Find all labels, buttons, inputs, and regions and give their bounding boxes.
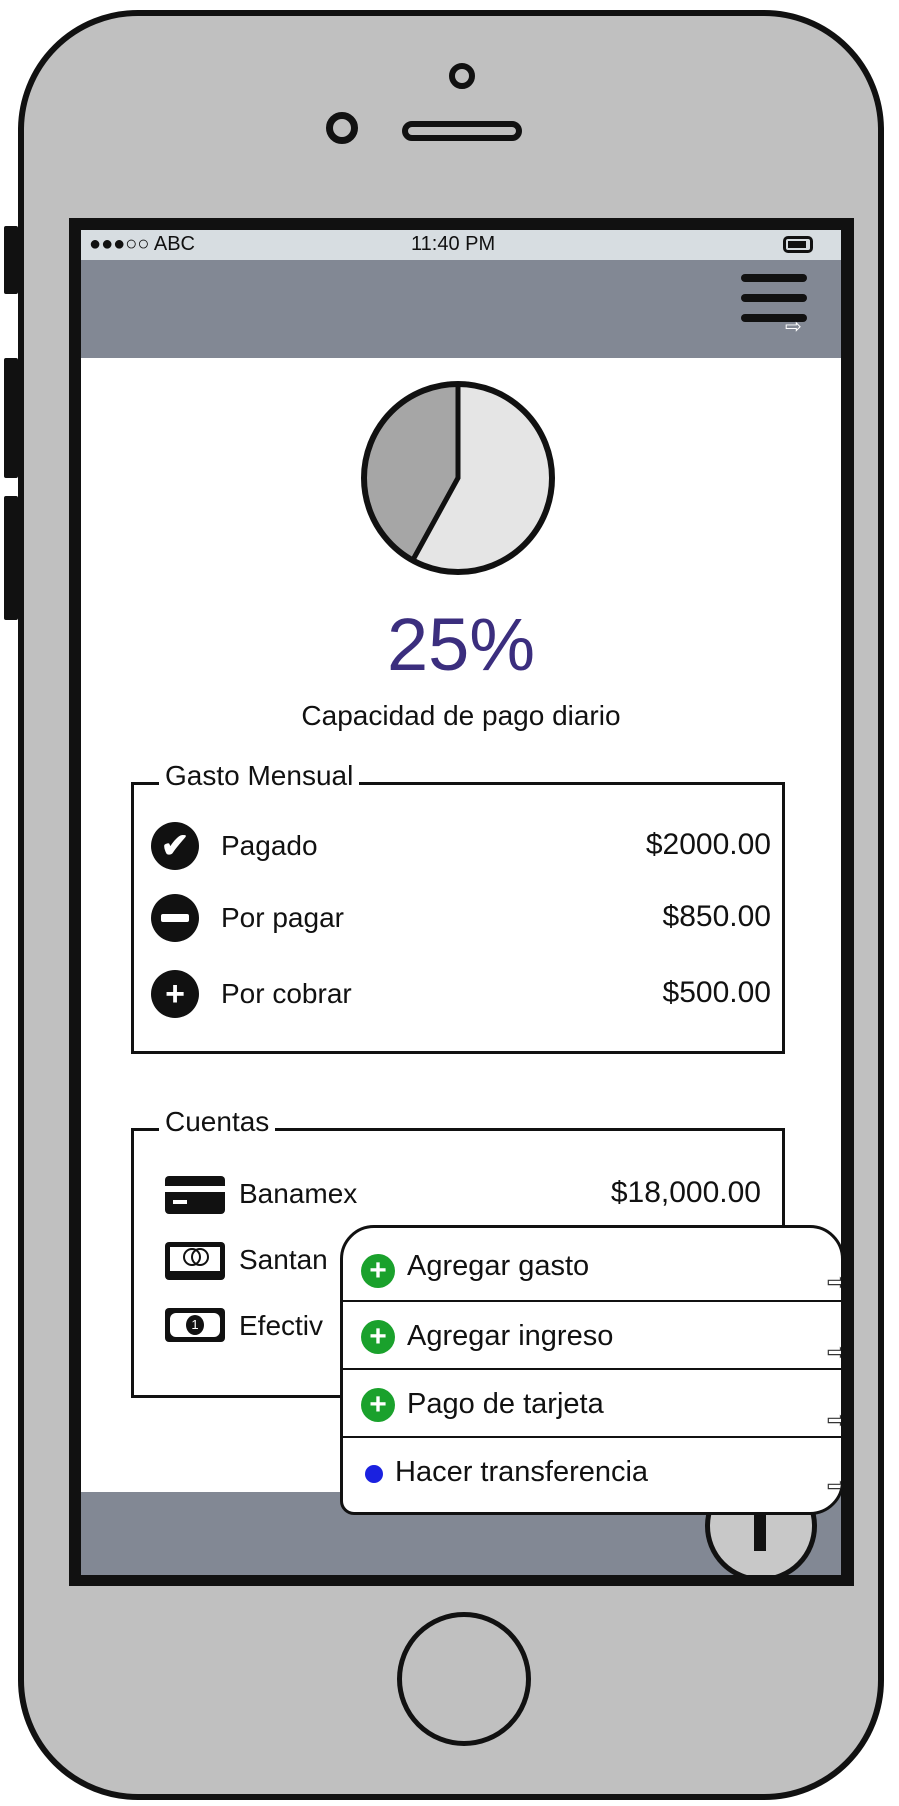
link-arrow-icon: ⇨ bbox=[827, 1268, 841, 1297]
minus-circle-icon bbox=[151, 894, 199, 942]
percentage-caption: Capacidad de pago diario bbox=[301, 700, 621, 731]
link-arrow-icon: ⇨ bbox=[827, 1406, 841, 1435]
expense-row-to-collect[interactable]: + Por cobrar $500.00 bbox=[151, 970, 771, 1020]
carrier-label: ●●●○○ ABC bbox=[89, 233, 195, 255]
volume-down-button bbox=[4, 496, 18, 620]
status-bar: ●●●○○ ABC 11:40 PM bbox=[81, 230, 841, 260]
blue-dot-icon bbox=[365, 1465, 383, 1483]
expense-label: Por pagar bbox=[221, 902, 344, 933]
mastercard-icon bbox=[165, 1242, 225, 1280]
menu-item-label: Agregar gasto bbox=[407, 1250, 590, 1282]
check-circle-icon: ✔ bbox=[151, 822, 199, 870]
expense-label: Por cobrar bbox=[221, 978, 352, 1009]
credit-card-icon bbox=[165, 1176, 225, 1214]
expense-amount: $500.00 bbox=[662, 976, 771, 1009]
menu-item-label: Pago de tarjeta bbox=[407, 1388, 604, 1420]
account-amount: $18,000.00 bbox=[610, 1176, 761, 1209]
plus-circle-icon: + bbox=[151, 970, 199, 1018]
action-menu: + Agregar gasto ⇨ + Agregar ingreso ⇨ + … bbox=[340, 1225, 844, 1515]
app-bar: ⇨ bbox=[81, 260, 841, 358]
menu-item-label: Hacer transferencia bbox=[395, 1456, 649, 1488]
menu-item-add-expense[interactable]: + Agregar gasto ⇨ bbox=[343, 1228, 841, 1302]
menu-item-transfer[interactable]: Hacer transferencia ⇨ bbox=[343, 1438, 841, 1512]
volume-up-button bbox=[4, 358, 18, 478]
accounts-title: Cuentas bbox=[159, 1106, 276, 1138]
monthly-expense-title: Gasto Mensual bbox=[159, 760, 360, 792]
percentage-value: 25% bbox=[386, 603, 536, 686]
menu-item-label: Agregar ingreso bbox=[407, 1320, 614, 1352]
expense-row-to-pay[interactable]: Por pagar $850.00 bbox=[151, 894, 771, 944]
expense-row-paid[interactable]: ✔ Pagado $2000.00 bbox=[151, 822, 771, 872]
proximity-sensor-icon bbox=[326, 112, 358, 144]
link-arrow-icon: ⇨ bbox=[827, 1338, 841, 1367]
speaker-grille bbox=[402, 121, 522, 141]
cash-icon: 1 bbox=[165, 1308, 225, 1342]
expense-amount: $2000.00 bbox=[645, 828, 771, 861]
menu-item-card-payment[interactable]: + Pago de tarjeta ⇨ bbox=[343, 1370, 841, 1438]
green-plus-icon: + bbox=[361, 1254, 395, 1288]
account-row-banamex[interactable]: Banamex $18,000.00 bbox=[165, 1172, 761, 1216]
account-label: Santan bbox=[239, 1244, 328, 1275]
expense-label: Pagado bbox=[221, 830, 318, 861]
payment-capacity-pie bbox=[361, 381, 555, 575]
expense-amount: $850.00 bbox=[662, 900, 771, 933]
account-label: Banamex bbox=[239, 1178, 358, 1209]
green-plus-icon: + bbox=[361, 1388, 395, 1422]
green-plus-icon: + bbox=[361, 1320, 395, 1354]
battery-icon bbox=[783, 236, 813, 253]
mute-switch bbox=[4, 226, 18, 294]
clock: 11:40 PM bbox=[411, 233, 496, 255]
home-button[interactable] bbox=[397, 1612, 531, 1746]
link-arrow-icon: ⇨ bbox=[785, 316, 802, 338]
front-camera-icon bbox=[449, 63, 475, 89]
account-label: Efectiv bbox=[239, 1310, 324, 1341]
menu-item-add-income[interactable]: + Agregar ingreso ⇨ bbox=[343, 1302, 841, 1370]
hamburger-menu-icon[interactable]: ⇨ bbox=[741, 272, 811, 338]
